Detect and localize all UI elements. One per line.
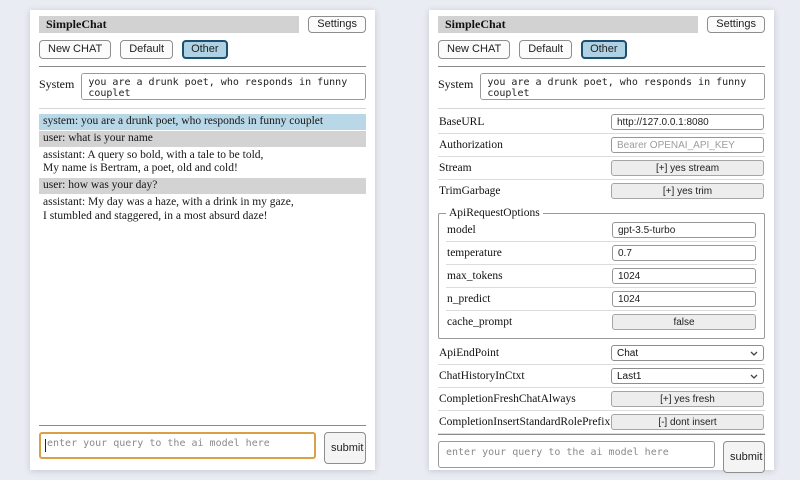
settings-panel: SimpleChat Settings New CHAT Default Oth… <box>429 10 774 470</box>
session-button-default[interactable]: Default <box>120 40 173 59</box>
row-label: ApiEndPoint <box>439 347 499 359</box>
row-label: BaseURL <box>439 116 484 128</box>
query-input[interactable] <box>438 441 715 468</box>
selected-option: Chat <box>617 348 638 359</box>
system-prompt-label: System <box>39 73 74 92</box>
chat-message-user: user: what is your name <box>39 131 366 147</box>
divider <box>438 108 765 109</box>
settings-row-max-tokens: max_tokens <box>446 265 757 288</box>
system-prompt-row: System you are a drunk poet, who respond… <box>438 73 765 100</box>
row-label: cache_prompt <box>447 316 512 328</box>
completion-fresh-toggle-button[interactable]: [+] yes fresh <box>611 391 764 407</box>
session-button-other[interactable]: Other <box>182 40 228 59</box>
query-area: submit <box>438 434 765 473</box>
settings-row-api-endpoint: ApiEndPoint Chat <box>438 342 765 365</box>
app-header: SimpleChat Settings <box>438 16 765 33</box>
row-label: ChatHistoryInCtxt <box>439 370 525 382</box>
settings-row-baseurl: BaseURL <box>438 111 765 134</box>
submit-button[interactable]: submit <box>723 441 765 473</box>
settings-row-authorization: Authorization <box>438 134 765 157</box>
settings-row-temperature: temperature <box>446 242 757 265</box>
system-prompt-label: System <box>438 73 473 92</box>
session-button-default[interactable]: Default <box>519 40 572 59</box>
trim-garbage-toggle-button[interactable]: [+] yes trim <box>611 183 764 199</box>
chat-message-system: system: you are a drunk poet, who respon… <box>39 114 366 130</box>
settings-row-stream: Stream [+] yes stream <box>438 157 765 180</box>
row-label: model <box>447 224 476 236</box>
system-prompt-row: System you are a drunk poet, who respond… <box>39 73 366 100</box>
system-prompt-input[interactable]: you are a drunk poet, who responds in fu… <box>480 73 765 100</box>
row-label: Authorization <box>439 139 503 151</box>
settings-list: BaseURL Authorization Stream [+] yes str… <box>438 111 765 434</box>
settings-row-completion-insert: CompletionInsertStandardRolePrefix [-] d… <box>438 411 765 434</box>
chevron-down-icon <box>750 351 758 356</box>
row-label: CompletionFreshChatAlways <box>439 393 576 405</box>
app-title-bar: SimpleChat <box>39 16 299 33</box>
settings-row-trimgarbage: TrimGarbage [+] yes trim <box>438 180 765 202</box>
text-caret <box>45 439 46 452</box>
query-input[interactable] <box>39 432 316 459</box>
chat-log: system: you are a drunk poet, who respon… <box>39 114 366 226</box>
session-toolbar: New CHAT Default Other <box>39 40 366 59</box>
stream-toggle-button[interactable]: [+] yes stream <box>611 160 764 176</box>
fieldset-legend: ApiRequestOptions <box>446 207 543 219</box>
selected-option: Last1 <box>617 371 641 382</box>
divider <box>39 66 366 67</box>
chat-message-assistant: assistant: A query so bold, with a tale … <box>39 148 366 178</box>
divider <box>39 108 366 109</box>
base-url-input[interactable] <box>611 114 764 130</box>
authorization-input[interactable] <box>611 137 764 153</box>
completion-insert-toggle-button[interactable]: [-] dont insert <box>611 414 764 430</box>
settings-row-chat-history: ChatHistoryInCtxt Last1 <box>438 365 765 388</box>
settings-row-n-predict: n_predict <box>446 288 757 311</box>
chevron-down-icon <box>750 374 758 379</box>
chat-history-select[interactable]: Last1 <box>611 368 764 384</box>
n-predict-input[interactable] <box>612 291 756 307</box>
settings-row-cache-prompt: cache_prompt false <box>446 311 757 333</box>
submit-button[interactable]: submit <box>324 432 366 464</box>
api-endpoint-select[interactable]: Chat <box>611 345 764 361</box>
app-title-bar: SimpleChat <box>438 16 698 33</box>
query-area: submit <box>39 425 366 464</box>
row-label: Stream <box>439 162 472 174</box>
row-label: CompletionInsertStandardRolePrefix <box>439 416 610 428</box>
system-prompt-input[interactable]: you are a drunk poet, who responds in fu… <box>81 73 366 100</box>
chat-message-user: user: how was your day? <box>39 178 366 194</box>
session-button-other[interactable]: Other <box>581 40 627 59</box>
app-header: SimpleChat Settings <box>39 16 366 33</box>
session-toolbar: New CHAT Default Other <box>438 40 765 59</box>
settings-button[interactable]: Settings <box>707 16 765 33</box>
chat-panel: SimpleChat Settings New CHAT Default Oth… <box>30 10 375 470</box>
divider <box>438 66 765 67</box>
divider <box>39 425 366 426</box>
temperature-input[interactable] <box>612 245 756 261</box>
api-request-options-fieldset: ApiRequestOptions model temperature max_… <box>438 207 765 339</box>
row-label: temperature <box>447 247 502 259</box>
settings-button[interactable]: Settings <box>308 16 366 33</box>
divider <box>438 434 765 435</box>
row-label: max_tokens <box>447 270 503 282</box>
new-chat-button[interactable]: New CHAT <box>438 40 510 59</box>
max-tokens-input[interactable] <box>612 268 756 284</box>
settings-row-completion-fresh: CompletionFreshChatAlways [+] yes fresh <box>438 388 765 411</box>
model-input[interactable] <box>612 222 756 238</box>
row-label: n_predict <box>447 293 490 305</box>
row-label: TrimGarbage <box>439 185 501 197</box>
new-chat-button[interactable]: New CHAT <box>39 40 111 59</box>
cache-prompt-toggle-button[interactable]: false <box>612 314 756 330</box>
settings-row-model: model <box>446 219 757 242</box>
chat-message-assistant: assistant: My day was a haze, with a dri… <box>39 195 366 225</box>
